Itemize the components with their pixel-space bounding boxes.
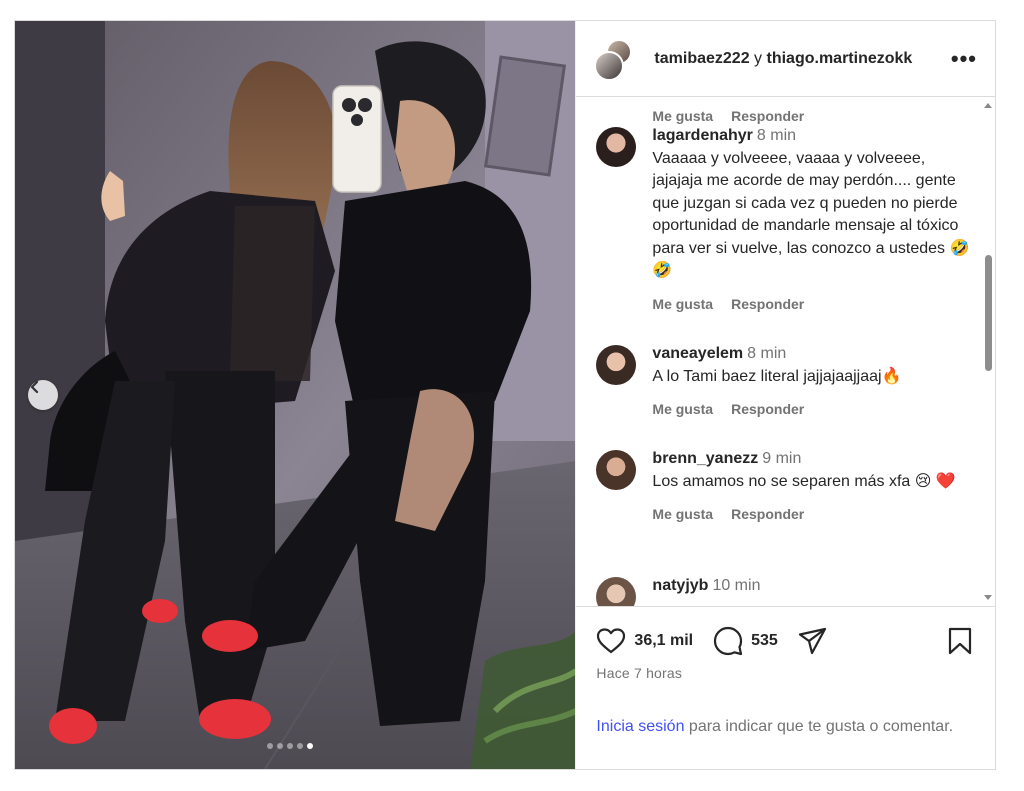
post-dialog: tamibaez222 y thiago.martinezokk ••• Me …: [14, 20, 996, 770]
comment-username[interactable]: vaneayelem: [652, 345, 743, 362]
comment-text: Los amamos no se separen más xfa 😢 ❤️: [652, 472, 956, 490]
post-side-panel: tamibaez222 y thiago.martinezokk ••• Me …: [575, 21, 995, 769]
author-link-thiago[interactable]: thiago.martinezokk: [767, 50, 913, 67]
heart-icon: [597, 628, 626, 654]
chevron-left-icon: [30, 380, 39, 394]
login-prompt: Inicia sesión para indicar que te gusta …: [596, 715, 955, 738]
comment-body: Me gusta Responder: [652, 97, 971, 125]
comment-list: Me gusta Responder lagardenahyr 8 min Vaa…: [576, 97, 981, 606]
comment-actions: Me gusta Responder: [652, 503, 971, 526]
comment-item: vaneayelem 8 min A lo Tami baez literal j…: [576, 343, 981, 448]
comment-actions: Me gusta Responder: [652, 398, 971, 421]
more-horizontal-icon: •••: [950, 45, 977, 71]
reply-comment-button[interactable]: Responder: [731, 503, 804, 526]
more-options-button[interactable]: •••: [949, 47, 977, 69]
carousel-dot: [267, 743, 273, 749]
comments-scrollbar[interactable]: [981, 97, 995, 606]
comment-item: brenn_yanezz 9 min Los amamos no se separ…: [576, 448, 981, 575]
carousel-dot: [287, 743, 293, 749]
carousel-indicator: [267, 743, 313, 749]
post-footer: 36,1 mil 535 Hace 7 horas Inicia sesión …: [576, 606, 995, 769]
carousel-dot: [297, 743, 303, 749]
post-actions: 36,1 mil 535: [596, 625, 973, 657]
avatar[interactable]: [596, 577, 637, 606]
comment-button[interactable]: [713, 626, 743, 656]
like-button[interactable]: [596, 627, 626, 655]
comment-item: Me gusta Responder: [576, 97, 981, 125]
login-prompt-text: para indicar que te gusta o comentar.: [684, 718, 954, 735]
post-photo[interactable]: [15, 21, 576, 769]
author-link-tamibaez222[interactable]: tamibaez222: [654, 50, 749, 67]
author-names: tamibaez222 y thiago.martinezokk: [654, 50, 949, 68]
conjunction-text: y: [754, 49, 763, 67]
comment-username[interactable]: natyjyb: [652, 577, 708, 594]
bookmark-icon: [948, 627, 972, 655]
scrollbar-thumb[interactable]: [985, 255, 992, 371]
photo-illustration: [15, 21, 576, 769]
comment-item: lagardenahyr 8 min Vaaaaa y volveeee, vaa…: [576, 125, 981, 343]
like-comment-button[interactable]: Me gusta: [652, 503, 713, 526]
comment-body: vaneayelem 8 min A lo Tami baez literal j…: [652, 343, 971, 448]
reply-comment-button[interactable]: Responder: [731, 293, 804, 316]
comment-bubble-icon: [714, 626, 743, 656]
comment-username[interactable]: lagardenahyr: [652, 127, 752, 144]
comment-item: natyjyb 10 min: [576, 575, 981, 606]
likes-count[interactable]: 36,1 mil: [634, 632, 693, 650]
scroll-up-arrow-icon[interactable]: [984, 103, 992, 108]
comment-time[interactable]: 8 min: [757, 127, 796, 144]
avatar: [594, 50, 625, 81]
comment-text: A lo Tami baez literal jajjajaajjaaj🔥: [652, 367, 902, 385]
post-timestamp[interactable]: Hace 7 horas: [596, 665, 682, 681]
previous-slide-button[interactable]: [28, 380, 58, 410]
reply-comment-button[interactable]: Responder: [731, 398, 804, 421]
comment-body: brenn_yanezz 9 min Los amamos no se separ…: [652, 448, 971, 575]
carousel-dot: [277, 743, 283, 749]
like-comment-button[interactable]: Me gusta: [652, 293, 713, 316]
comment-body: lagardenahyr 8 min Vaaaaa y volveeee, vaa…: [652, 125, 971, 343]
comment-text: Vaaaaa y volveeee, vaaaa y volveeee, jaj…: [652, 149, 970, 280]
save-button[interactable]: [947, 627, 973, 655]
avatar[interactable]: [596, 345, 637, 385]
send-icon: [798, 627, 826, 655]
comment-time[interactable]: 9 min: [762, 450, 801, 467]
author-conjunction: y: [754, 50, 766, 67]
comment-time[interactable]: 10 min: [712, 577, 760, 594]
login-link[interactable]: Inicia sesión: [596, 718, 684, 735]
comments-count[interactable]: 535: [751, 632, 778, 650]
share-button[interactable]: [798, 627, 828, 655]
like-comment-button[interactable]: Me gusta: [652, 398, 713, 421]
scroll-down-arrow-icon[interactable]: [984, 595, 992, 600]
author-avatars[interactable]: [594, 38, 636, 81]
carousel-dot: [307, 743, 313, 749]
avatar[interactable]: [596, 450, 637, 490]
comment-time[interactable]: 8 min: [747, 345, 786, 362]
comment-actions: Me gusta Responder: [652, 293, 971, 316]
comment-body: natyjyb 10 min: [652, 575, 971, 606]
comment-username[interactable]: brenn_yanezz: [652, 450, 758, 467]
comments-section[interactable]: Me gusta Responder lagardenahyr 8 min Vaa…: [576, 97, 995, 606]
post-header: tamibaez222 y thiago.martinezokk •••: [576, 21, 995, 97]
avatar[interactable]: [596, 127, 637, 167]
comment-avatar-spacer: [596, 97, 652, 125]
